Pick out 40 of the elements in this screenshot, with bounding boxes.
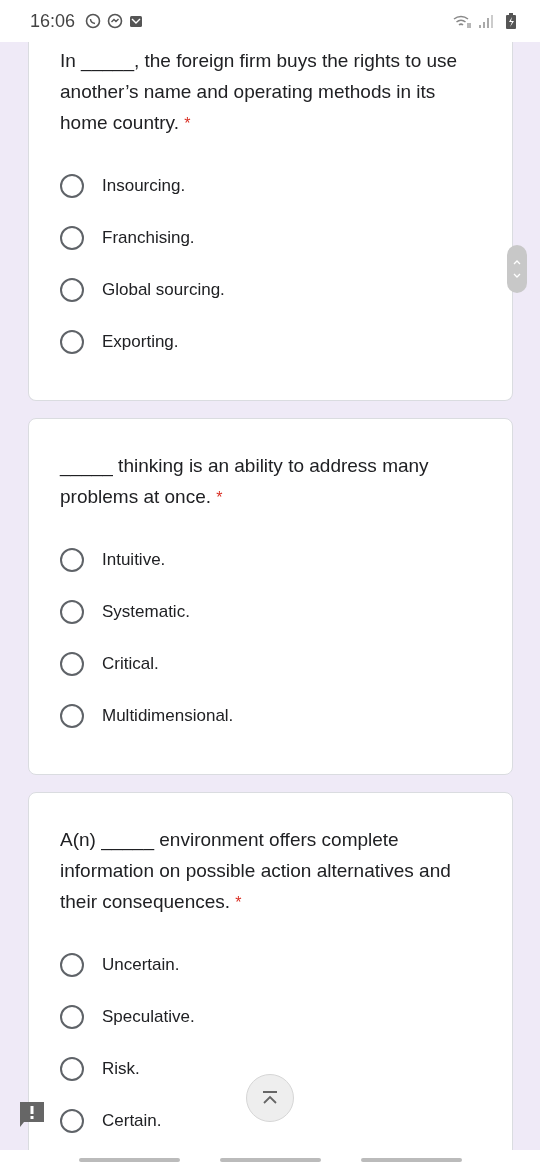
option-label[interactable]: Insourcing.	[102, 176, 186, 196]
option-label[interactable]: Franchising.	[102, 228, 195, 248]
option-label[interactable]: Multidimensional.	[102, 706, 234, 726]
battery-icon	[506, 13, 516, 29]
option-label[interactable]: Speculative.	[102, 1007, 195, 1027]
nav-handle[interactable]	[219, 1158, 321, 1162]
option-label[interactable]: Global sourcing.	[102, 280, 225, 300]
nav-handle[interactable]	[360, 1158, 462, 1162]
radio-button[interactable]	[60, 174, 84, 198]
question-text: In _____, the foreign firm buys the rights to use another’s name and operating methods in its home country. *	[60, 49, 459, 135]
radio-button[interactable]	[60, 548, 84, 572]
scroll-handle[interactable]	[507, 245, 527, 293]
option-label[interactable]: Risk.	[102, 1059, 140, 1079]
question-text: A(n) _____ environment offers complete information on possible action alternatives and their consequences. *	[60, 828, 452, 914]
mail-icon	[129, 14, 144, 28]
radio-button[interactable]	[60, 652, 84, 676]
option-label[interactable]: Critical.	[102, 654, 159, 674]
option-label[interactable]: Exporting.	[102, 332, 179, 352]
option-label[interactable]: Intuitive.	[102, 550, 166, 570]
question-text: _____ thinking is an ability to address many problems at once. *	[60, 454, 430, 509]
option-label[interactable]: Uncertain.	[102, 955, 180, 975]
arrow-up-icon	[261, 1091, 279, 1105]
signal-icon	[478, 14, 494, 28]
option-label[interactable]: Certain.	[102, 1111, 162, 1131]
radio-button[interactable]	[60, 1109, 84, 1133]
wifi-icon	[452, 14, 472, 28]
radio-button[interactable]	[60, 1057, 84, 1081]
option-label[interactable]: Systematic.	[102, 602, 190, 622]
chat-bubble-icon	[107, 13, 124, 29]
nav-handle[interactable]	[78, 1158, 180, 1162]
radio-button[interactable]	[60, 278, 84, 302]
clock-time: 16:06	[30, 10, 76, 32]
radio-button[interactable]	[60, 953, 84, 977]
chat-bubble-icon	[85, 13, 102, 29]
feedback-icon[interactable]	[18, 1100, 46, 1128]
radio-button[interactable]	[60, 226, 84, 250]
radio-button[interactable]	[60, 600, 84, 624]
radio-button[interactable]	[60, 1005, 84, 1029]
radio-button[interactable]	[60, 704, 84, 728]
radio-button[interactable]	[60, 330, 84, 354]
